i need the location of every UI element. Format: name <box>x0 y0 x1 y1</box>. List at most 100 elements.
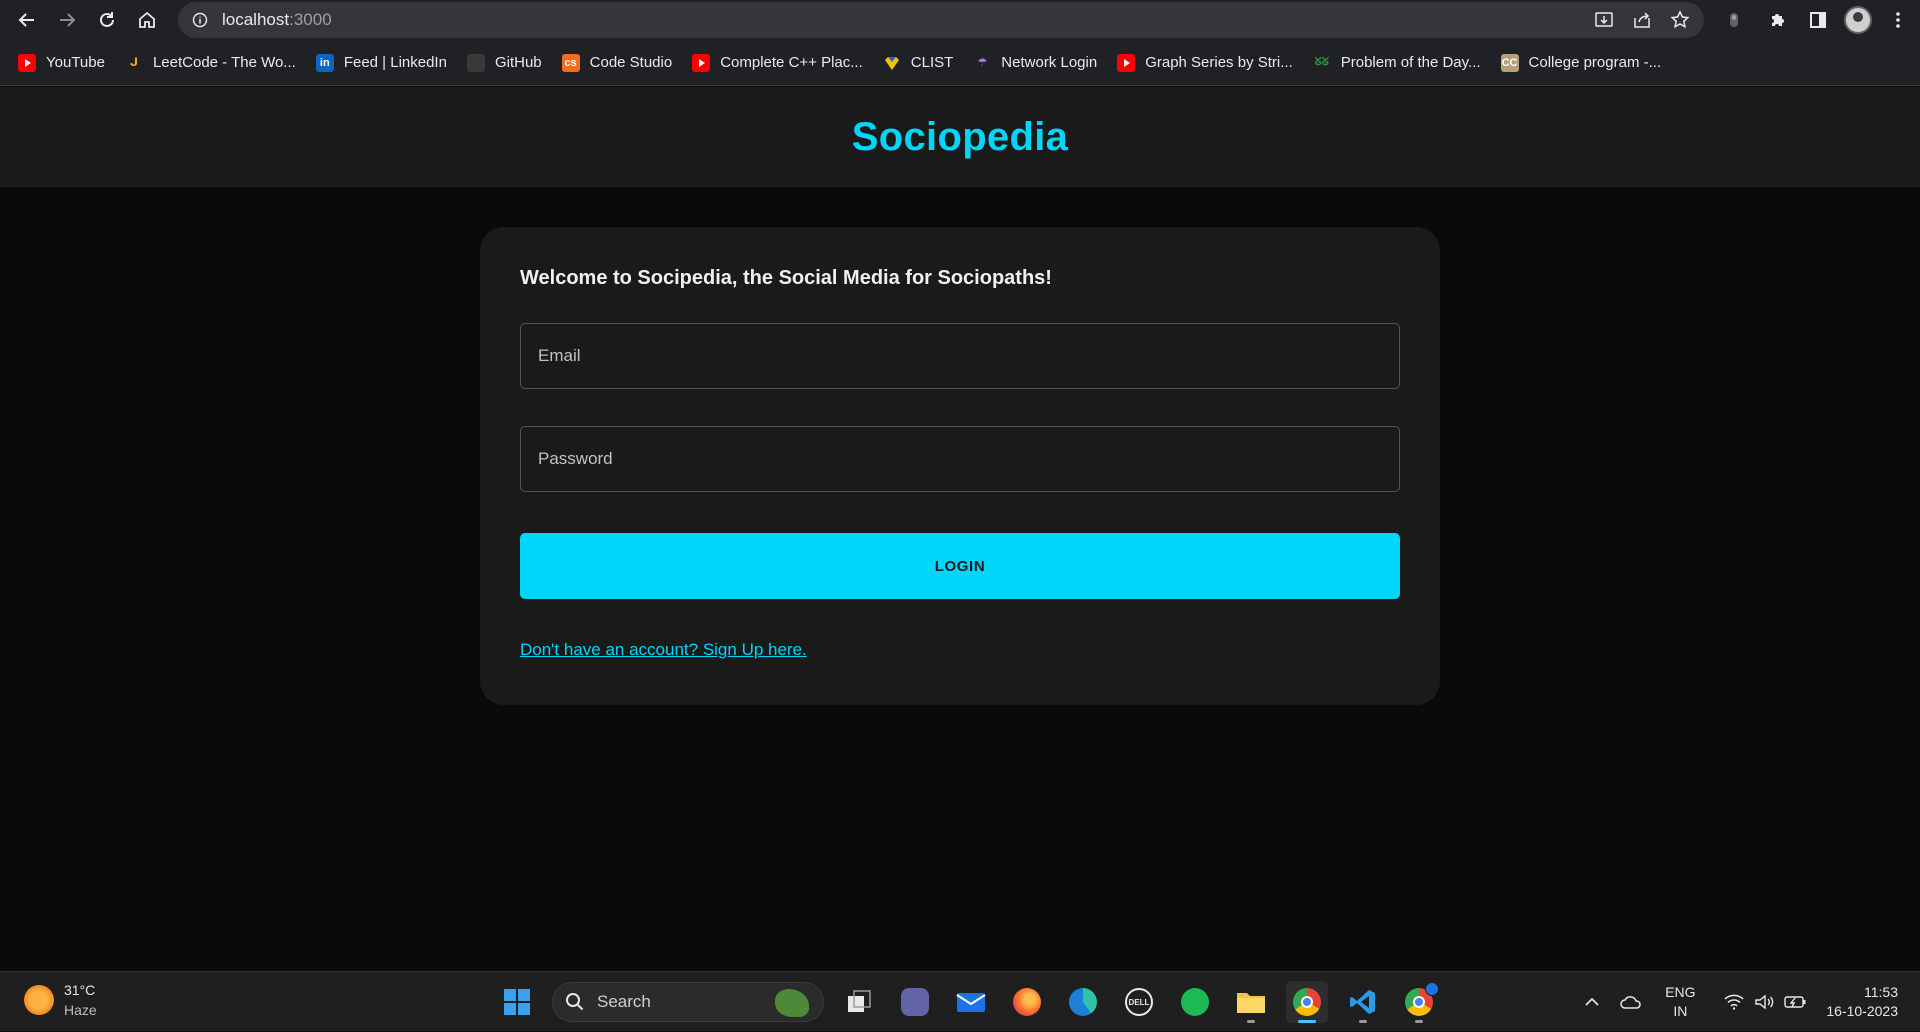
bookmark-graph-series[interactable]: Graph Series by Stri... <box>1117 53 1293 72</box>
linkedin-icon: in <box>315 53 334 72</box>
bookmark-problem-of-day[interactable]: ᘜᘜ Problem of the Day... <box>1313 54 1481 72</box>
date-text: 16-10-2023 <box>1826 1003 1898 1019</box>
leetcode-icon: ᒍ <box>129 57 139 69</box>
wifi-icon <box>1724 994 1744 1010</box>
language-text: ENG <box>1665 984 1696 1000</box>
task-view-button[interactable] <box>838 981 880 1023</box>
teams-chat-button[interactable] <box>894 981 936 1023</box>
network-volume-battery[interactable] <box>1708 972 1816 1032</box>
task-view-icon <box>848 990 871 1012</box>
temperature-text: 31°C <box>64 982 96 998</box>
address-url: localhost:3000 <box>222 10 332 29</box>
back-arrow-icon <box>18 13 34 27</box>
bookmark-code-studio[interactable]: cs Code Studio <box>561 53 672 72</box>
back-button[interactable] <box>7 0 47 40</box>
codestudio-icon: cs <box>561 53 580 72</box>
gfg-icon: ᘜᘜ <box>1314 56 1329 68</box>
system-tray: ENG IN 11:53 16-10-2023 <box>1574 972 1920 1032</box>
spotify-icon <box>1181 988 1209 1016</box>
chat-icon <box>901 988 929 1016</box>
bookmark-college-program[interactable]: CC College program -... <box>1500 53 1661 72</box>
dell-button[interactable]: DELL <box>1118 981 1160 1023</box>
menu-kebab-icon[interactable] <box>1878 0 1918 40</box>
install-app-icon[interactable] <box>1594 10 1614 30</box>
umbrella-icon: ☂ <box>977 57 988 69</box>
github-icon <box>466 53 485 72</box>
welcome-heading: Welcome to Socipedia, the Social Media f… <box>520 267 1052 289</box>
app-header: Sociopedia <box>0 87 1920 187</box>
cloud-icon <box>1620 996 1642 1009</box>
time-text: 11:53 <box>1864 984 1898 1000</box>
password-field[interactable] <box>520 426 1400 492</box>
brand-logo[interactable]: Sociopedia <box>852 115 1068 160</box>
bookmark-youtube[interactable]: YouTube <box>18 53 105 72</box>
bookmarks-bar: YouTube ᒍ LeetCode - The Wo... in Feed | L… <box>0 40 1920 86</box>
weather-widget[interactable]: 31°C Haze <box>24 980 97 1020</box>
browser-toolbar: localhost:3000 <box>0 0 1920 40</box>
vscode-icon <box>1350 990 1375 1014</box>
reload-icon <box>100 12 114 27</box>
bookmark-network-login[interactable]: ☂ Network Login <box>973 54 1097 72</box>
youtube-icon <box>692 53 711 72</box>
chevron-up-icon <box>1585 997 1599 1006</box>
spotify-button[interactable] <box>1174 981 1216 1023</box>
address-bar[interactable]: localhost:3000 <box>178 2 1704 38</box>
vscode-button[interactable] <box>1342 981 1384 1023</box>
forward-button[interactable] <box>47 0 87 40</box>
folder-icon <box>1237 993 1265 1013</box>
region-text: IN <box>1673 1003 1688 1019</box>
chrome-profile-button[interactable] <box>1398 981 1440 1023</box>
taskbar: 31°C Haze Search DELL ENG IN 11:53 16-10… <box>0 971 1920 1031</box>
show-hidden-icons-button[interactable] <box>1574 972 1610 1032</box>
site-info-icon[interactable] <box>192 12 208 28</box>
login-card: Welcome to Socipedia, the Social Media f… <box>480 227 1440 705</box>
chrome-button-active[interactable] <box>1286 981 1328 1023</box>
forward-arrow-icon <box>60 13 76 27</box>
email-field[interactable] <box>520 323 1400 389</box>
search-label: Search <box>597 992 651 1011</box>
edge-icon <box>1069 988 1097 1016</box>
reload-button[interactable] <box>87 0 127 40</box>
extensions-puzzle-icon[interactable] <box>1758 0 1798 40</box>
login-button[interactable]: LOGIN <box>520 533 1400 599</box>
edge-button[interactable] <box>1062 981 1104 1023</box>
bookmark-clist[interactable]: CLIST <box>883 54 953 72</box>
weather-condition-text: Haze <box>64 1002 97 1018</box>
clock[interactable]: 11:53 16-10-2023 <box>1816 972 1920 1032</box>
dell-icon: DELL <box>1125 988 1153 1016</box>
mail-button[interactable] <box>950 981 992 1023</box>
firefox-button[interactable] <box>1006 981 1048 1023</box>
search-highlight-icon <box>775 989 809 1017</box>
onedrive-button[interactable] <box>1610 972 1652 1032</box>
bookmark-github[interactable]: GitHub <box>466 53 542 72</box>
firefox-icon <box>1013 988 1041 1016</box>
volume-icon <box>1755 994 1774 1010</box>
taskbar-search[interactable]: Search <box>552 982 824 1022</box>
signup-link[interactable]: Don't have an account? Sign Up here. <box>520 640 807 660</box>
share-icon[interactable] <box>1632 10 1652 30</box>
windows-logo-icon <box>504 989 530 1015</box>
home-icon <box>139 11 155 28</box>
youtube-icon <box>1117 53 1136 72</box>
profile-avatar[interactable] <box>1838 0 1878 40</box>
youtube-icon <box>18 53 36 72</box>
battery-charging-icon <box>1784 996 1806 1008</box>
chrome-icon <box>1293 988 1321 1016</box>
side-panel-icon[interactable] <box>1798 0 1838 40</box>
start-button[interactable] <box>496 981 538 1023</box>
mail-icon <box>956 993 986 1012</box>
home-button[interactable] <box>127 0 167 40</box>
search-icon <box>566 993 584 1011</box>
clist-icon <box>883 54 901 72</box>
language-indicator[interactable]: ENG IN <box>1652 972 1708 1032</box>
bookmark-cpp-placement[interactable]: Complete C++ Plac... <box>692 53 863 72</box>
bookmark-linkedin[interactable]: in Feed | LinkedIn <box>315 53 447 72</box>
chrome-profile-icon <box>1405 982 1439 1016</box>
login-page: Welcome to Socipedia, the Social Media f… <box>0 187 1920 971</box>
bookmark-star-icon[interactable] <box>1670 10 1690 30</box>
file-explorer-button[interactable] <box>1230 981 1272 1023</box>
extension-icon[interactable] <box>1714 0 1754 40</box>
weather-haze-icon <box>24 985 54 1015</box>
bookmark-leetcode[interactable]: ᒍ LeetCode - The Wo... <box>125 54 296 72</box>
cc-icon: CC <box>1500 53 1519 72</box>
